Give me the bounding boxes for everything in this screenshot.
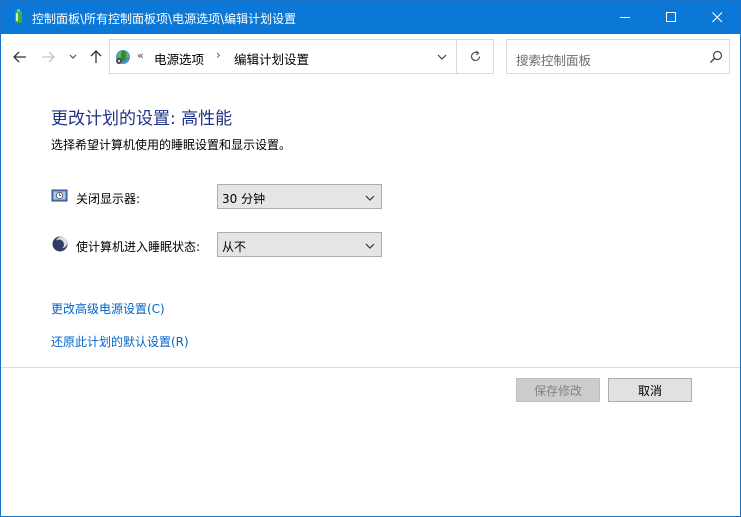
address-overflow-chevron[interactable]: « [137, 49, 144, 62]
restore-defaults-link[interactable]: 还原此计划的默认设置(R) [51, 333, 189, 350]
breadcrumb-edit-plan[interactable]: 编辑计划设置 [234, 49, 309, 68]
navigation-bar: « 电源选项 › 编辑计划设置 搜索控制面板 [1, 34, 740, 80]
page-title: 更改计划的设置: 高性能 [51, 109, 233, 129]
sleep-value: 从不 [222, 240, 247, 254]
forward-button[interactable] [37, 46, 59, 68]
breadcrumb-separator[interactable]: › [216, 48, 221, 62]
save-changes-button[interactable]: 保存修改 [516, 378, 600, 402]
display-monitor-icon [51, 187, 69, 205]
sleep-moon-icon [51, 235, 69, 253]
back-button[interactable] [9, 46, 31, 68]
address-history-dropdown[interactable] [428, 40, 456, 73]
window-title: 控制面板\所有控制面板项\电源选项\编辑计划设置 [32, 12, 297, 26]
page-description: 选择希望计算机使用的睡眠设置和显示设置。 [51, 138, 292, 152]
chevron-down-icon [365, 192, 375, 202]
recent-locations-button[interactable] [65, 46, 81, 68]
display-off-select[interactable]: 30 分钟 [217, 184, 382, 209]
search-icon[interactable] [708, 49, 724, 65]
display-off-label: 关闭显示器: [76, 192, 141, 206]
breadcrumb-power-options[interactable]: 电源选项 [154, 49, 204, 68]
close-button[interactable] [694, 1, 740, 34]
cancel-button[interactable]: 取消 [608, 378, 692, 402]
control-panel-icon [114, 48, 132, 66]
footer-divider [1, 367, 740, 368]
control-panel-window: 控制面板\所有控制面板项\电源选项\编辑计划设置 « 电源选项 › 编辑计划设置… [0, 0, 741, 517]
search-box[interactable]: 搜索控制面板 [506, 39, 730, 74]
up-button[interactable] [85, 46, 107, 68]
display-off-value: 30 分钟 [222, 192, 266, 206]
sleep-label: 使计算机进入睡眠状态: [76, 240, 201, 254]
chevron-down-icon [365, 240, 375, 250]
power-options-icon [10, 9, 26, 25]
title-bar[interactable]: 控制面板\所有控制面板项\电源选项\编辑计划设置 [1, 1, 740, 34]
sleep-select[interactable]: 从不 [217, 232, 382, 257]
maximize-button[interactable] [648, 1, 694, 34]
advanced-power-settings-link[interactable]: 更改高级电源设置(C) [51, 300, 165, 317]
minimize-button[interactable] [602, 1, 648, 34]
address-bar[interactable]: « 电源选项 › 编辑计划设置 [109, 39, 494, 74]
search-placeholder: 搜索控制面板 [516, 53, 592, 68]
refresh-button[interactable] [456, 40, 493, 73]
